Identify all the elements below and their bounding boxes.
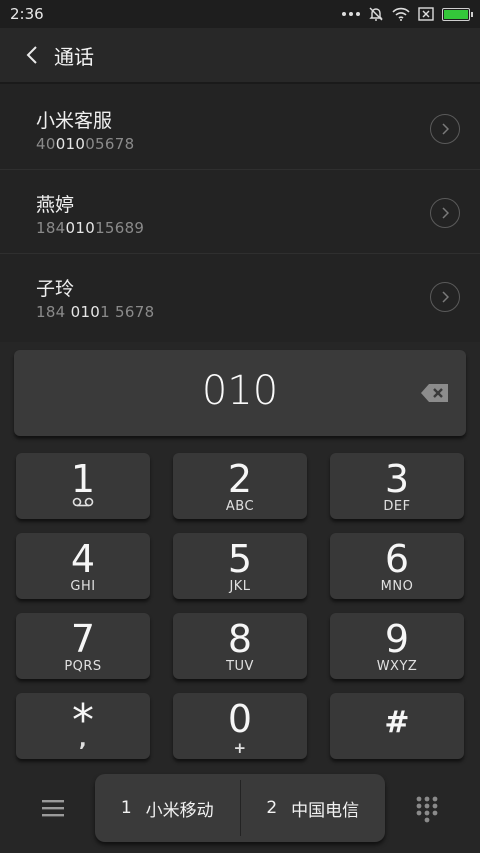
wifi-icon <box>392 7 410 21</box>
chevron-left-icon[interactable] <box>12 27 52 83</box>
key-digit: 2 <box>227 457 253 501</box>
sim1-label: 小米移动 <box>145 800 214 821</box>
key-9[interactable]: 9 WXYZ <box>330 613 464 679</box>
more-dots-icon <box>342 12 360 16</box>
page-title: 通话 <box>54 44 94 69</box>
key-digit: 0 <box>227 697 253 741</box>
key-digit: 1 <box>70 457 96 501</box>
call-button-group: 1 小米移动 2 中国电信 <box>95 774 385 842</box>
key-digit: 8 <box>227 617 253 661</box>
key-4[interactable]: 4 GHI <box>16 533 150 599</box>
contact-name: 小米客服 <box>36 110 113 132</box>
key-2[interactable]: 2 ABC <box>173 453 307 519</box>
sim2-number: 2 <box>266 798 278 818</box>
chevron-right-icon[interactable] <box>430 282 460 312</box>
contact-name: 子玲 <box>36 278 75 300</box>
keypad: 1 2 ABC 3 DEF 4 GHI 5 JKL 6 MNO 7 PQRS 8… <box>16 453 464 759</box>
dial-display: 010 <box>14 350 466 436</box>
key-6[interactable]: 6 MNO <box>330 533 464 599</box>
call-sim1-button[interactable]: 1 小米移动 <box>95 774 240 842</box>
key-digit: 3 <box>384 457 410 501</box>
key-0[interactable]: 0 + <box>173 693 307 759</box>
dialpad-icon[interactable] <box>416 796 438 824</box>
key-letters: TUV <box>226 659 254 674</box>
contact-name: 燕婷 <box>36 194 75 216</box>
bell-muted-icon <box>369 7 383 21</box>
search-results: 小米客服 4001005678 燕婷 18401015689 子玲 184 01… <box>0 86 480 338</box>
contact-row[interactable]: 子玲 184 0101 5678 <box>0 254 480 338</box>
key-digit: 6 <box>384 537 410 581</box>
battery-level <box>444 9 468 19</box>
chevron-right-icon[interactable] <box>430 114 460 144</box>
contact-row[interactable]: 燕婷 18401015689 <box>0 170 480 254</box>
key-hash[interactable]: # <box>330 693 464 759</box>
battery-icon <box>442 7 473 21</box>
status-icons <box>342 6 473 22</box>
key-8[interactable]: 8 TUV <box>173 613 307 679</box>
dialpad-panel: 010 1 2 ABC 3 DEF 4 GHI 5 JKL 6 MNO 7 PQ… <box>0 342 480 853</box>
key-letters: MNO <box>380 579 414 594</box>
key-letters: GHI <box>70 579 96 594</box>
key-3[interactable]: 3 DEF <box>330 453 464 519</box>
key-digit: 7 <box>70 617 96 661</box>
contact-number: 4001005678 <box>36 135 135 153</box>
status-time: 2:36 <box>10 5 44 23</box>
contact-number: 184 0101 5678 <box>36 303 155 321</box>
voicemail-icon <box>16 497 150 507</box>
header: 通话 <box>0 28 480 84</box>
key-letters: WXYZ <box>376 659 418 674</box>
key-digit: # <box>384 705 410 740</box>
sim1-number: 1 <box>120 798 132 818</box>
key-5[interactable]: 5 JKL <box>173 533 307 599</box>
key-letters: , <box>78 727 88 751</box>
key-digit: 5 <box>227 537 253 581</box>
contact-row[interactable]: 小米客服 4001005678 <box>0 86 480 170</box>
contact-number: 18401015689 <box>36 219 145 237</box>
backspace-icon[interactable] <box>420 382 450 404</box>
key-letters: JKL <box>229 579 251 594</box>
key-letters: DEF <box>383 499 411 514</box>
status-bar: 2:36 <box>0 0 480 28</box>
call-sim2-button[interactable]: 2 中国电信 <box>241 774 386 842</box>
key-letters: ABC <box>225 499 255 514</box>
key-1[interactable]: 1 <box>16 453 150 519</box>
chevron-right-icon[interactable] <box>430 198 460 228</box>
dial-input[interactable]: 010 <box>14 368 466 414</box>
key-star[interactable]: * , <box>16 693 150 759</box>
key-letters: PQRS <box>64 659 102 674</box>
sim-off-icon <box>418 7 434 21</box>
menu-icon[interactable] <box>42 798 64 818</box>
key-digit: 4 <box>70 537 96 581</box>
key-digit: 9 <box>384 617 410 661</box>
key-7[interactable]: 7 PQRS <box>16 613 150 679</box>
key-letters: + <box>233 739 247 757</box>
sim2-label: 中国电信 <box>291 800 360 821</box>
